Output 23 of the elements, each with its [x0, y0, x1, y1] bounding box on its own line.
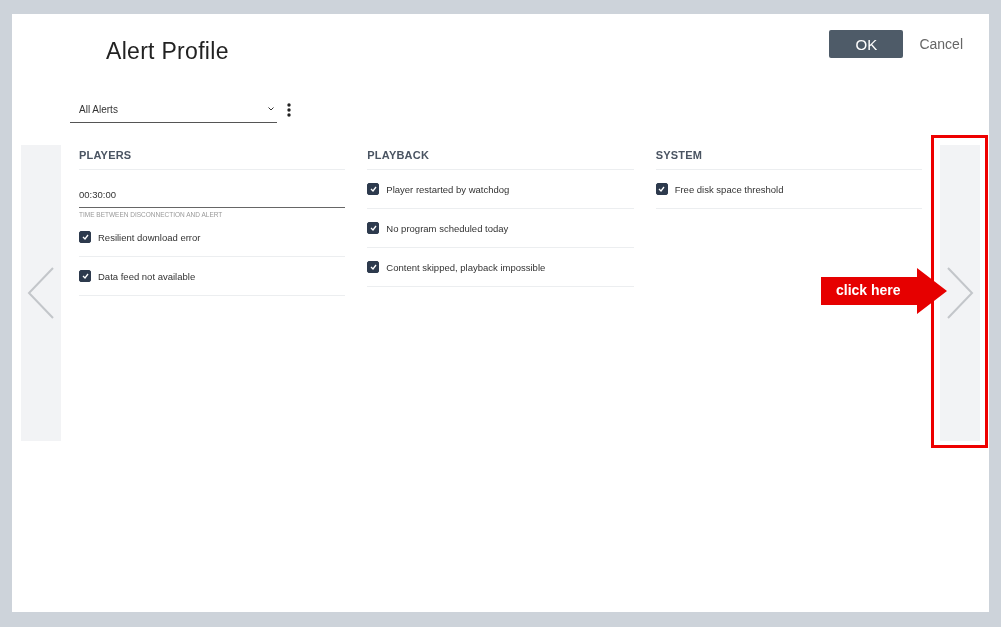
cancel-button[interactable]: Cancel	[917, 36, 965, 52]
section-heading: SYSTEM	[655, 145, 922, 170]
section-heading: PLAYBACK	[367, 145, 634, 170]
checkbox-label: Data feed not available	[98, 270, 196, 282]
checkbox-label: Resilient download error	[98, 231, 201, 243]
checkbox-label: Free disk space threshold	[674, 183, 784, 195]
section-heading: PLAYERS	[79, 145, 346, 170]
ok-button[interactable]: OK	[829, 30, 904, 58]
caret-icon	[268, 107, 274, 111]
filter-dropdown[interactable]: All Alerts	[70, 96, 277, 123]
callout-text: click here	[836, 282, 901, 298]
checkbox[interactable]	[655, 183, 668, 195]
checkbox[interactable]	[79, 231, 91, 243]
more-options-icon[interactable]	[287, 102, 291, 117]
time-input-field[interactable]: 00:30:00	[79, 182, 346, 208]
checkbox[interactable]	[367, 222, 380, 234]
checkbox-label: Player restarted by watchdog	[386, 183, 510, 195]
checkbox[interactable]	[367, 261, 380, 273]
checkbox-label: Content skipped, playback impossible	[386, 261, 546, 273]
checkbox[interactable]	[367, 183, 380, 195]
checkbox[interactable]	[79, 270, 91, 282]
dialog-title: Alert Profile	[106, 38, 230, 65]
checkbox-label: No program scheduled today	[386, 222, 509, 234]
